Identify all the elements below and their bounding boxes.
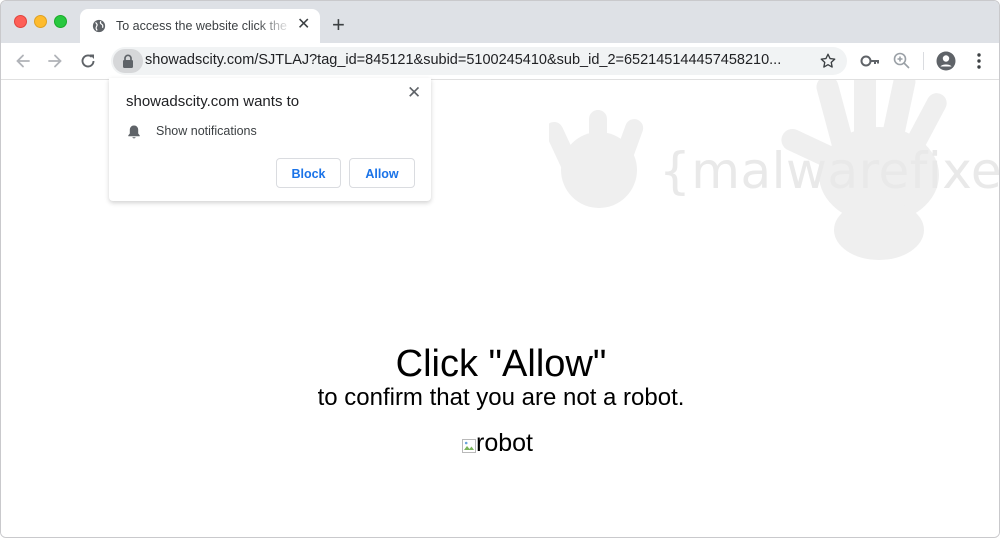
toolbar-divider [923,52,924,70]
site-info-button[interactable] [113,49,143,73]
allow-button[interactable]: Allow [349,158,415,188]
tab-close-icon[interactable]: ✕ [297,17,310,33]
close-window-button[interactable] [14,15,27,28]
tab-title: To access the website click the [116,19,287,33]
lock-icon [122,54,134,73]
browser-window: To access the website click the ✕ + show… [0,0,1000,538]
permission-label: Show notifications [156,124,257,138]
address-bar[interactable]: showadscity.com/SJTLAJ?tag_id=845121&sub… [111,47,847,75]
active-tab[interactable]: To access the website click the ✕ [80,9,320,43]
back-icon[interactable] [13,51,33,76]
robot-image-broken: robot [462,429,533,458]
globe-icon [92,19,106,38]
zoom-icon[interactable] [892,51,912,76]
bell-icon [127,124,141,145]
image-alt-text: robot [476,429,533,457]
bookmark-star-icon[interactable] [819,52,837,75]
new-tab-button[interactable]: + [332,14,345,36]
block-button[interactable]: Block [276,158,341,188]
minimize-window-button[interactable] [34,15,47,28]
zoom-window-button[interactable] [54,15,67,28]
key-icon[interactable] [859,51,881,76]
url-text[interactable]: showadscity.com/SJTLAJ?tag_id=845121&sub… [145,52,811,68]
tab-strip: To access the website click the ✕ + [1,1,999,43]
prompt-title: showadscity.com wants to [126,93,300,110]
forward-icon[interactable] [45,51,65,76]
reload-icon[interactable] [78,51,98,76]
menu-kebab-icon[interactable] [970,51,988,76]
prompt-close-icon[interactable]: ✕ [407,84,421,101]
watermark-logo: {malwarefixes} [549,80,999,320]
toolbar: showadscity.com/SJTLAJ?tag_id=845121&sub… [1,43,999,80]
watermark-text: {malwarefixes} [659,142,1000,200]
notification-permission-prompt: showadscity.com wants to ✕ Show notifica… [109,78,431,201]
profile-avatar-icon[interactable] [936,51,956,76]
subheadline: to confirm that you are not a robot. [317,384,685,411]
broken-image-icon [462,431,476,453]
headline: Click "Allow" [395,343,607,385]
